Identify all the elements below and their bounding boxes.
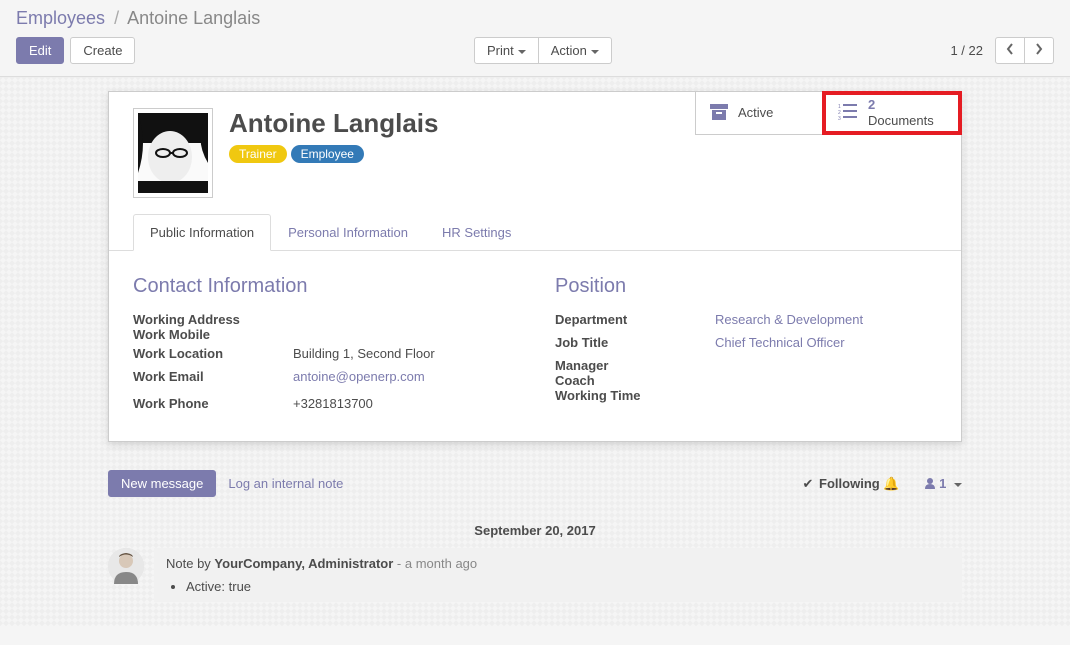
breadcrumb: Employees / Antoine Langlais (16, 8, 1054, 29)
following-toggle[interactable]: ✔ Following 🔔 (803, 476, 900, 492)
work-location-value: Building 1, Second Floor (293, 346, 515, 361)
tag-employee: Employee (291, 145, 364, 163)
pager-next-button[interactable] (1025, 37, 1054, 64)
working-time-label: Working Time (555, 388, 937, 403)
print-dropdown-button[interactable]: Print (474, 37, 539, 64)
chevron-right-icon (1035, 43, 1043, 55)
work-email-value[interactable]: antoine@openerp.com (293, 369, 515, 384)
tab-hr-settings[interactable]: HR Settings (425, 214, 528, 250)
record-name: Antoine Langlais (229, 108, 438, 139)
tag-trainer: Trainer (229, 145, 287, 163)
check-icon: ✔ (803, 476, 814, 491)
pager-prev-button[interactable] (995, 37, 1025, 64)
control-bar: Employees / Antoine Langlais Edit Create… (0, 0, 1070, 76)
work-phone-value: +3281813700 (293, 396, 515, 411)
message-header: Note by YourCompany, Administrator - a m… (166, 556, 950, 571)
department-value[interactable]: Research & Development (715, 312, 937, 327)
tabs: Public Information Personal Information … (109, 214, 961, 251)
work-phone-label: Work Phone (133, 396, 293, 411)
message-content: Active: true (166, 579, 950, 594)
tab-personal-information[interactable]: Personal Information (271, 214, 425, 250)
chevron-left-icon (1006, 43, 1014, 55)
action-dropdown-button[interactable]: Action (539, 37, 612, 64)
work-mobile-label: Work Mobile (133, 327, 515, 342)
department-label: Department (555, 312, 715, 327)
caret-down-icon (591, 50, 599, 54)
contact-heading: Contact Information (133, 275, 515, 298)
message-time: - a month ago (393, 556, 477, 571)
manager-label: Manager (555, 358, 937, 373)
work-email-label: Work Email (133, 369, 293, 384)
log-internal-note-link[interactable]: Log an internal note (228, 476, 343, 491)
date-separator: September 20, 2017 (108, 523, 962, 538)
message-author: YourCompany, Administrator (214, 556, 393, 571)
job-title-label: Job Title (555, 335, 715, 350)
form-sheet: Active 1 2 3 2 Documents (108, 91, 962, 442)
caret-down-icon (518, 50, 526, 54)
job-title-value[interactable]: Chief Technical Officer (715, 335, 937, 350)
tab-public-information[interactable]: Public Information (133, 214, 271, 251)
caret-down-icon (954, 483, 962, 487)
breadcrumb-current: Antoine Langlais (127, 8, 260, 28)
coach-label: Coach (555, 373, 937, 388)
position-heading: Position (555, 275, 937, 298)
work-location-label: Work Location (133, 346, 293, 361)
create-button[interactable]: Create (70, 37, 135, 64)
message-avatar (108, 548, 144, 584)
avatar-image (138, 113, 208, 193)
bell-icon: 🔔 (883, 476, 899, 491)
edit-button[interactable]: Edit (16, 37, 64, 64)
breadcrumb-separator: / (110, 8, 123, 28)
breadcrumb-parent-link[interactable]: Employees (16, 8, 105, 28)
chatter-message: Note by YourCompany, Administrator - a m… (108, 548, 962, 602)
avatar-icon (108, 548, 144, 584)
person-icon (924, 477, 936, 489)
new-message-button[interactable]: New message (108, 470, 216, 497)
working-address-label: Working Address (133, 312, 515, 327)
pager-text: 1 / 22 (950, 43, 983, 58)
chatter: New message Log an internal note ✔ Follo… (108, 462, 962, 602)
followers-button[interactable]: 1 (924, 476, 962, 491)
avatar (133, 108, 213, 198)
